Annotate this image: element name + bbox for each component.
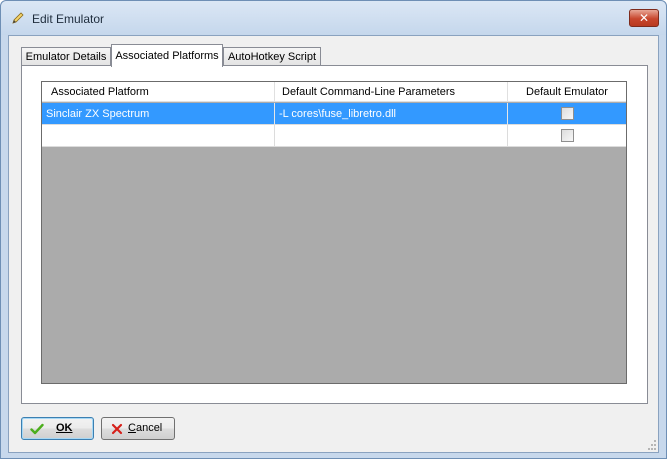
default-emulator-checkbox[interactable] [560,129,574,142]
edit-emulator-window: Edit Emulator ✕ Emulator Details Associa… [0,0,667,459]
table-row[interactable]: Sinclair ZX Spectrum -L cores\fuse_libre… [42,103,626,125]
tab-autohotkey-script[interactable]: AutoHotkey Script [223,47,321,66]
close-button[interactable]: ✕ [629,9,659,27]
pencil-icon [12,12,24,24]
dialog-client-area: Emulator Details Associated Platforms Au… [8,35,659,453]
ok-label: OK [56,422,73,434]
tab-label: Associated Platforms [115,50,219,62]
parameters-cell[interactable]: -L cores\fuse_libretro.dll [275,103,508,125]
checkmark-icon [30,423,44,435]
column-header-associated-platform[interactable]: Associated Platform [42,82,275,102]
platform-cell[interactable] [42,125,275,147]
close-icon: ✕ [638,11,650,25]
cancel-label: Cancel [128,422,163,434]
table-row-new[interactable] [42,125,626,147]
default-emulator-cell [508,125,626,147]
parameters-cell[interactable] [275,125,508,147]
tab-label: Emulator Details [25,51,107,63]
associated-platforms-panel: Associated Platform Default Command-Line… [21,65,648,404]
title-bar[interactable]: Edit Emulator ✕ [1,1,666,35]
grid-header: Associated Platform Default Command-Line… [42,82,626,102]
x-icon [111,423,123,435]
tab-label: AutoHotkey Script [227,51,317,63]
default-emulator-cell [508,103,626,125]
cancel-button[interactable]: Cancel [101,417,175,440]
default-emulator-checkbox[interactable] [560,107,574,120]
window-title: Edit Emulator [32,12,105,26]
ok-button[interactable]: OK [21,417,94,440]
platforms-grid[interactable]: Associated Platform Default Command-Line… [41,81,627,384]
tab-emulator-details[interactable]: Emulator Details [21,47,111,66]
resize-grip-icon[interactable] [646,440,656,450]
column-header-default-emulator[interactable]: Default Emulator [508,82,626,102]
column-header-command-line-parameters[interactable]: Default Command-Line Parameters [275,82,508,102]
tab-associated-platforms[interactable]: Associated Platforms [111,44,223,67]
platform-cell[interactable]: Sinclair ZX Spectrum [42,103,275,125]
